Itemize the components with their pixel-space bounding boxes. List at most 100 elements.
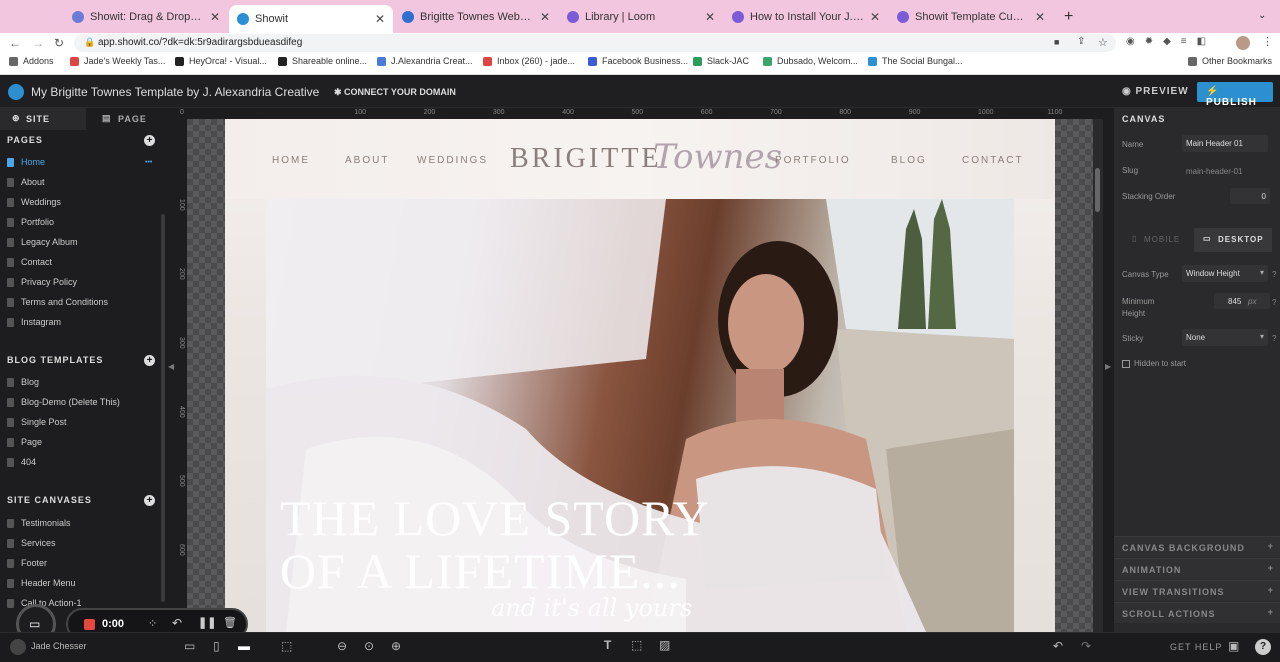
collapse-left-icon[interactable]: ◀ bbox=[168, 362, 174, 371]
bookmark-item[interactable]: The Social Bungal... bbox=[868, 56, 963, 66]
zoom-out-icon[interactable]: ⊖ bbox=[337, 639, 347, 653]
close-tab-icon[interactable]: ✕ bbox=[540, 10, 550, 24]
chat-icon[interactable]: ? bbox=[1255, 639, 1271, 655]
mobile-view-icon[interactable]: ▯ bbox=[213, 639, 220, 653]
sidebar-canvas-item[interactable]: Header Menu bbox=[7, 578, 76, 588]
browser-menu-icon[interactable]: ⋮ bbox=[1262, 35, 1273, 48]
sidebar-page-item[interactable]: Privacy Policy bbox=[7, 277, 77, 287]
sticky-select[interactable]: None ▾ bbox=[1182, 329, 1268, 346]
add-pages-button[interactable]: + bbox=[144, 135, 155, 146]
sidebar-page-item[interactable]: About bbox=[7, 177, 45, 187]
other-bookmarks[interactable]: Other Bookmarks bbox=[1188, 56, 1272, 66]
stop-button[interactable] bbox=[84, 619, 95, 630]
tab-site[interactable]: ⊕ SITE bbox=[0, 108, 86, 130]
min-height-field[interactable]: 845 px bbox=[1214, 293, 1270, 309]
site-nav-link[interactable]: WEDDINGS bbox=[417, 155, 488, 166]
more-icon[interactable]: ••• bbox=[145, 159, 152, 166]
expand-right-icon[interactable]: ▶ bbox=[1105, 362, 1111, 371]
add-blog-templates-button[interactable]: + bbox=[144, 355, 155, 366]
site-nav-link[interactable]: CONTACT bbox=[962, 155, 1024, 166]
bookmark-item[interactable]: Dubsado, Welcom... bbox=[763, 56, 858, 66]
site-canvas[interactable]: HOME ABOUT WEDDINGS BRIGITTE Townes PORTFO… bbox=[225, 119, 1055, 632]
hero-script[interactable]: and it's all yours bbox=[491, 594, 692, 622]
sidebar-page-item[interactable]: Instagram bbox=[7, 317, 61, 327]
sidebar-blog-item[interactable]: Blog bbox=[7, 377, 39, 387]
help-icon[interactable]: ? bbox=[1272, 270, 1276, 279]
canvas-type-select[interactable]: Window Height ▾ bbox=[1182, 265, 1268, 282]
hero-image[interactable]: THE LOVE STORY OF A LIFETIME... and it's… bbox=[266, 199, 1014, 632]
help-book-icon[interactable]: ▣ bbox=[1228, 639, 1239, 653]
camera-icon[interactable]: ■ bbox=[1054, 37, 1059, 47]
tablet-view-icon[interactable]: ▭ bbox=[184, 639, 195, 653]
sidebar-blog-item[interactable]: Blog-Demo (Delete This) bbox=[7, 397, 120, 407]
trash-icon[interactable]: 🗑 bbox=[223, 616, 237, 629]
sidebar-scrollbar[interactable] bbox=[161, 214, 165, 602]
name-field[interactable]: Main Header 01 bbox=[1182, 135, 1268, 152]
user-avatar[interactable] bbox=[10, 639, 26, 655]
showit-logo-icon[interactable] bbox=[8, 84, 24, 100]
close-tab-icon[interactable]: ✕ bbox=[375, 12, 385, 26]
url-bar[interactable]: 🔒 app.showit.co/?dk=dk:5r9adirargsbdueas… bbox=[74, 34, 1116, 52]
help-icon[interactable]: ? bbox=[1272, 334, 1276, 343]
undo-icon[interactable]: ↶ bbox=[1053, 639, 1063, 653]
star-icon[interactable]: ☆ bbox=[1098, 36, 1108, 49]
preview-button[interactable]: ◉ PREVIEW bbox=[1122, 86, 1189, 97]
new-tab-button[interactable]: + bbox=[1064, 8, 1073, 26]
tab-page[interactable]: ▤ PAGE bbox=[86, 108, 172, 130]
help-icon[interactable]: ? bbox=[1272, 298, 1276, 307]
reload-icon[interactable]: ↻ bbox=[54, 36, 64, 50]
sidebar-page-item[interactable]: Legacy Album bbox=[7, 237, 78, 247]
sidebar-canvas-item[interactable]: Footer bbox=[7, 558, 47, 568]
bookmark-item[interactable]: Jade's Weekly Tas... bbox=[70, 56, 165, 66]
sidebar-blog-item[interactable]: 404 bbox=[7, 457, 36, 467]
desktop-view-icon[interactable]: ▬ bbox=[238, 639, 250, 653]
back-icon[interactable]: ← bbox=[9, 36, 21, 50]
add-text-icon[interactable]: T bbox=[604, 638, 611, 652]
forward-icon[interactable]: → bbox=[32, 36, 44, 50]
sidebar-page-item[interactable]: Terms and Conditions bbox=[7, 297, 108, 307]
bookmark-item[interactable]: J.Alexandria Creat... bbox=[377, 56, 473, 66]
sidebar-blog-item[interactable]: Single Post bbox=[7, 417, 67, 427]
undo-icon[interactable]: ↶ bbox=[172, 616, 182, 630]
tab-search-icon[interactable]: ⌄ bbox=[1258, 10, 1266, 21]
bookmark-item[interactable]: HeyOrca! - Visual... bbox=[175, 56, 267, 66]
canvas-scrollbar[interactable] bbox=[1095, 168, 1100, 212]
hidden-checkbox[interactable] bbox=[1122, 360, 1130, 368]
bookmark-item[interactable]: Shareable online... bbox=[278, 56, 367, 66]
browser-tab[interactable]: Showit: Drag & Drop Website B ✕ bbox=[64, 5, 228, 29]
tab-desktop[interactable]: ▭ DESKTOP bbox=[1194, 228, 1272, 252]
hero-headline-1[interactable]: THE LOVE STORY bbox=[280, 489, 710, 547]
panel-section-header[interactable]: VIEW TRANSITIONS + bbox=[1114, 580, 1280, 601]
redo-icon[interactable]: ↷ bbox=[1081, 639, 1091, 653]
browser-tab[interactable]: Brigitte Townes Website Launc ✕ bbox=[394, 5, 558, 29]
get-help-link[interactable]: GET HELP bbox=[1170, 642, 1222, 652]
sidebar-page-item[interactable]: Contact bbox=[7, 257, 52, 267]
sidebar-page-item[interactable]: Home ••• bbox=[7, 157, 152, 167]
tab-mobile[interactable]: ▯ MOBILE bbox=[1114, 228, 1194, 252]
sidebar-canvas-item[interactable]: Testimonials bbox=[7, 518, 71, 528]
browser-tab[interactable]: Showit Template Customizatio ✕ bbox=[889, 5, 1053, 29]
add-shape-icon[interactable]: ⬚ bbox=[631, 638, 642, 652]
add-image-icon[interactable]: ▨ bbox=[659, 638, 670, 652]
slug-value[interactable]: main-header-01 bbox=[1186, 167, 1242, 176]
profile-avatar[interactable] bbox=[1236, 36, 1250, 50]
share-icon[interactable]: ⇪ bbox=[1077, 36, 1085, 47]
bookmark-item[interactable]: Slack-JAC bbox=[693, 56, 749, 66]
pause-icon[interactable]: ❚❚ bbox=[198, 616, 216, 629]
stacking-field[interactable]: 0 bbox=[1230, 188, 1270, 204]
add-site-canvases-button[interactable]: + bbox=[144, 495, 155, 506]
sidebar-canvas-item[interactable]: Services bbox=[7, 538, 56, 548]
panel-section-header[interactable]: CANVAS BACKGROUND + bbox=[1114, 536, 1280, 557]
close-tab-icon[interactable]: ✕ bbox=[870, 10, 880, 24]
zoom-in-icon[interactable]: ⊕ bbox=[391, 639, 401, 653]
extensions-icons[interactable]: ◉✹◆≡◧ bbox=[1126, 36, 1216, 47]
close-tab-icon[interactable]: ✕ bbox=[705, 10, 715, 24]
panel-section-header[interactable]: ANIMATION + bbox=[1114, 558, 1280, 579]
zoom-reset-icon[interactable]: ⊙ bbox=[364, 639, 374, 653]
site-nav-link[interactable]: HOME bbox=[272, 155, 310, 166]
bookmark-item[interactable]: Inbox (260) - jade... bbox=[483, 56, 575, 66]
site-nav-link[interactable]: PORTFOLIO bbox=[775, 155, 851, 166]
browser-tab[interactable]: How to Install Your J. Alexandri ✕ bbox=[724, 5, 888, 29]
site-nav-link[interactable]: ABOUT bbox=[345, 155, 389, 166]
site-nav-link[interactable]: BLOG bbox=[891, 155, 927, 166]
